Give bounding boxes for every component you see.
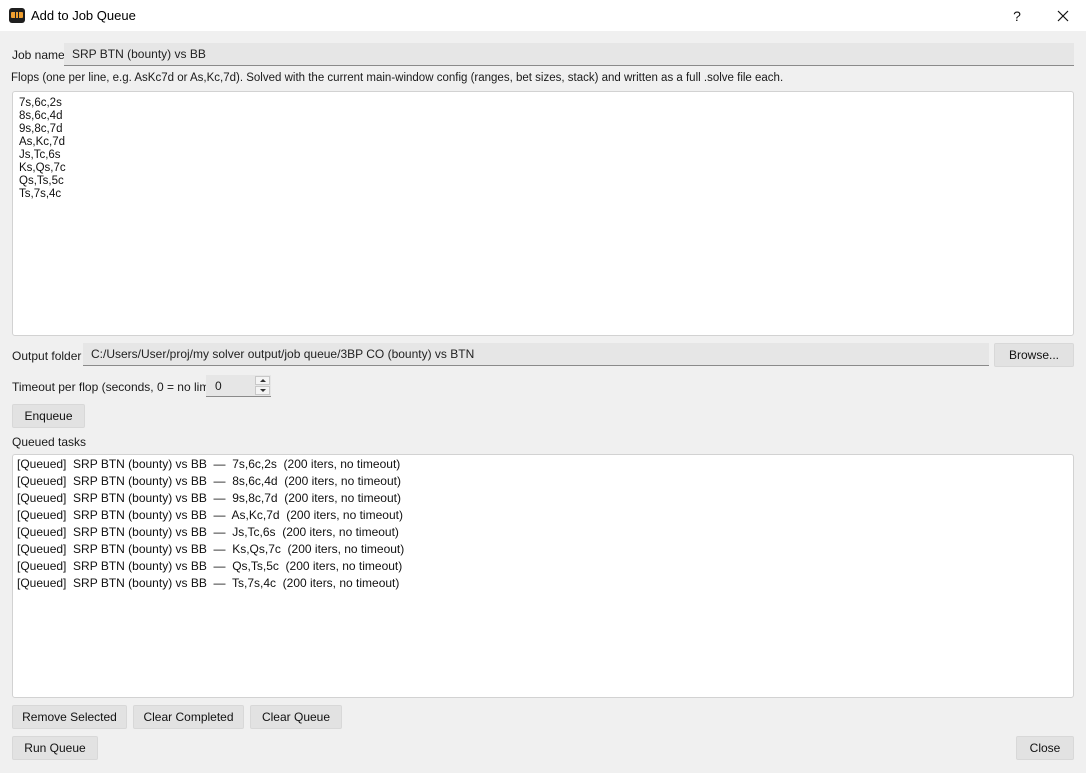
enqueue-button[interactable]: Enqueue: [12, 404, 85, 428]
spin-down-icon[interactable]: [255, 386, 270, 395]
task-row[interactable]: [Queued] SRP BTN (bounty) vs BB — 9s,8c,…: [13, 490, 1073, 507]
flops-text: 7s,6c,2s 8s,6c,4d 9s,8c,7d As,Kc,7d Js,T…: [19, 97, 66, 200]
output-folder-input[interactable]: C:/Users/User/proj/my solver output/job …: [83, 343, 989, 366]
close-button[interactable]: Close: [1016, 736, 1074, 760]
task-row[interactable]: [Queued] SRP BTN (bounty) vs BB — As,Kc,…: [13, 507, 1073, 524]
remove-selected-button[interactable]: Remove Selected: [12, 705, 127, 729]
job-name-label: Job name: [12, 48, 65, 62]
task-row[interactable]: [Queued] SRP BTN (bounty) vs BB — Ts,7s,…: [13, 575, 1073, 592]
timeout-label: Timeout per flop (seconds, 0 = no limit): [12, 380, 220, 394]
task-row[interactable]: [Queued] SRP BTN (bounty) vs BB — 7s,6c,…: [13, 456, 1073, 473]
timeout-spinbox[interactable]: 0: [206, 375, 271, 397]
clear-completed-button[interactable]: Clear Completed: [133, 705, 244, 729]
task-row[interactable]: [Queued] SRP BTN (bounty) vs BB — Qs,Ts,…: [13, 558, 1073, 575]
timeout-value: 0: [215, 379, 222, 393]
app-icon: [9, 8, 25, 23]
job-name-input[interactable]: SRP BTN (bounty) vs BB: [64, 43, 1074, 66]
output-folder-label: Output folder: [12, 349, 82, 363]
title-bar: Add to Job Queue ?: [0, 0, 1086, 31]
flops-textarea[interactable]: 7s,6c,2s 8s,6c,4d 9s,8c,7d As,Kc,7d Js,T…: [12, 91, 1074, 336]
clear-queue-button[interactable]: Clear Queue: [250, 705, 342, 729]
window-close-button[interactable]: [1040, 0, 1086, 31]
browse-button[interactable]: Browse...: [994, 343, 1074, 367]
task-row[interactable]: [Queued] SRP BTN (bounty) vs BB — 8s,6c,…: [13, 473, 1073, 490]
window-title: Add to Job Queue: [31, 8, 136, 23]
spin-up-icon[interactable]: [255, 376, 270, 385]
flops-label: Flops (one per line, e.g. AsKc7d or As,K…: [11, 72, 784, 84]
run-queue-button[interactable]: Run Queue: [12, 736, 98, 760]
close-icon: [1057, 10, 1069, 21]
task-list-body: [Queued] SRP BTN (bounty) vs BB — 7s,6c,…: [13, 455, 1073, 593]
queued-tasks-list[interactable]: [Queued] SRP BTN (bounty) vs BB — 7s,6c,…: [12, 454, 1074, 698]
help-button[interactable]: ?: [994, 0, 1040, 31]
task-row[interactable]: [Queued] SRP BTN (bounty) vs BB — Ks,Qs,…: [13, 541, 1073, 558]
queued-tasks-label: Queued tasks: [12, 435, 87, 449]
task-row[interactable]: [Queued] SRP BTN (bounty) vs BB — Js,Tc,…: [13, 524, 1073, 541]
